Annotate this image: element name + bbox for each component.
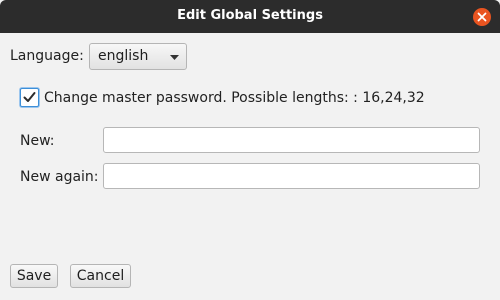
cancel-button[interactable]: Cancel <box>70 264 131 288</box>
new-again-password-field[interactable] <box>103 163 480 189</box>
save-button[interactable]: Save <box>10 264 58 288</box>
change-master-password-label[interactable]: Change master password. Possible lengths… <box>44 90 425 106</box>
new-again-password-label: New again: <box>20 169 99 185</box>
change-master-password-checkbox[interactable] <box>20 88 39 107</box>
new-password-field[interactable] <box>103 127 480 153</box>
language-select[interactable]: english <box>89 43 187 70</box>
close-button[interactable] <box>473 8 491 26</box>
language-label: Language: <box>10 48 84 64</box>
close-icon <box>477 12 487 22</box>
checkmark-icon <box>23 92 36 102</box>
title-bar: Edit Global Settings <box>0 0 500 33</box>
caret-down-icon <box>170 55 179 60</box>
language-selected-value: english <box>98 48 149 64</box>
new-password-label: New: <box>20 133 55 149</box>
window-title: Edit Global Settings <box>177 8 323 23</box>
